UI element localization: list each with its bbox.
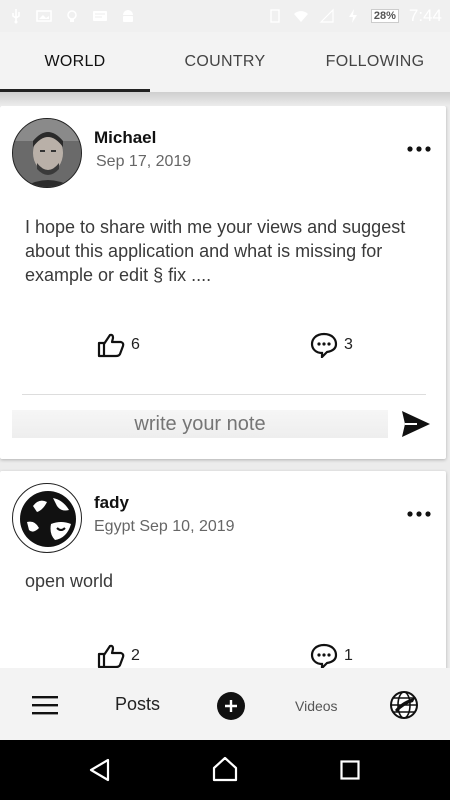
back-icon[interactable] xyxy=(88,758,112,782)
home-icon[interactable] xyxy=(211,756,239,782)
wifi-icon xyxy=(293,11,308,22)
comment-icon xyxy=(310,332,338,358)
charging-icon xyxy=(348,9,357,23)
tab-following[interactable]: FOLLOWING xyxy=(300,32,450,92)
like-count: 2 xyxy=(131,647,140,664)
tab-country[interactable]: COUNTRY xyxy=(150,32,300,92)
more-options-icon[interactable] xyxy=(406,144,432,154)
comment-count: 3 xyxy=(344,336,353,353)
avatar[interactable] xyxy=(12,483,82,553)
post-date: Sep 17, 2019 xyxy=(96,153,192,170)
system-nav-bar xyxy=(0,740,450,800)
bulb-icon xyxy=(67,10,77,22)
post-text: open world xyxy=(25,571,114,591)
clipboard-icon xyxy=(270,9,280,23)
post-location-date: Egypt Sep 10, 2019 xyxy=(94,518,235,535)
note-input[interactable] xyxy=(12,410,388,438)
add-post-button[interactable] xyxy=(217,692,245,720)
post-text: I hope to share with me your views and s… xyxy=(25,217,406,285)
globe-face-icon xyxy=(20,491,76,547)
comment-count: 1 xyxy=(344,647,353,664)
like-button[interactable]: 2 xyxy=(97,643,140,668)
tab-shadow xyxy=(0,92,450,106)
post-card: fady Egypt Sep 10, 2019 open world 2 1 xyxy=(0,471,446,668)
author-name[interactable]: fady xyxy=(94,493,129,513)
android-icon xyxy=(123,10,133,22)
avatar[interactable] xyxy=(12,118,82,188)
clock: 7:44 xyxy=(408,6,442,25)
bottom-navigation: Posts Videos xyxy=(0,668,450,740)
posts-tab[interactable]: Posts xyxy=(115,694,160,715)
user-photo-icon xyxy=(13,119,81,187)
comment-button[interactable]: 3 xyxy=(310,332,353,358)
signal-icon xyxy=(319,8,334,23)
status-bar: 28% 7:44 xyxy=(0,0,450,32)
post-feed[interactable]: Michael Sep 17, 2019 I hope to share wit… xyxy=(0,106,450,668)
comment-button[interactable]: 1 xyxy=(310,643,353,668)
note-row xyxy=(12,404,436,444)
send-icon xyxy=(402,411,430,437)
menu-icon[interactable] xyxy=(32,695,60,717)
author-name[interactable]: Michael xyxy=(94,128,156,148)
videos-tab[interactable]: Videos xyxy=(295,698,338,714)
comment-icon xyxy=(310,643,338,668)
plus-icon xyxy=(225,700,237,712)
like-button[interactable]: 6 xyxy=(97,332,140,358)
thumbs-up-icon xyxy=(97,333,125,358)
divider xyxy=(22,394,426,395)
send-button[interactable] xyxy=(396,404,436,444)
thumbs-up-icon xyxy=(97,644,125,668)
tab-world[interactable]: WORLD xyxy=(0,32,150,92)
post-card: Michael Sep 17, 2019 I hope to share wit… xyxy=(0,106,446,459)
globe-icon[interactable] xyxy=(389,690,419,720)
recent-apps-icon[interactable] xyxy=(340,760,360,780)
more-options-icon[interactable] xyxy=(406,509,432,519)
image-icon xyxy=(36,10,52,22)
message-icon xyxy=(93,11,107,21)
usb-icon xyxy=(12,9,20,24)
like-count: 6 xyxy=(131,336,140,353)
battery-level: 28% xyxy=(370,9,399,23)
tab-bar: WORLD COUNTRY FOLLOWING xyxy=(0,32,450,92)
